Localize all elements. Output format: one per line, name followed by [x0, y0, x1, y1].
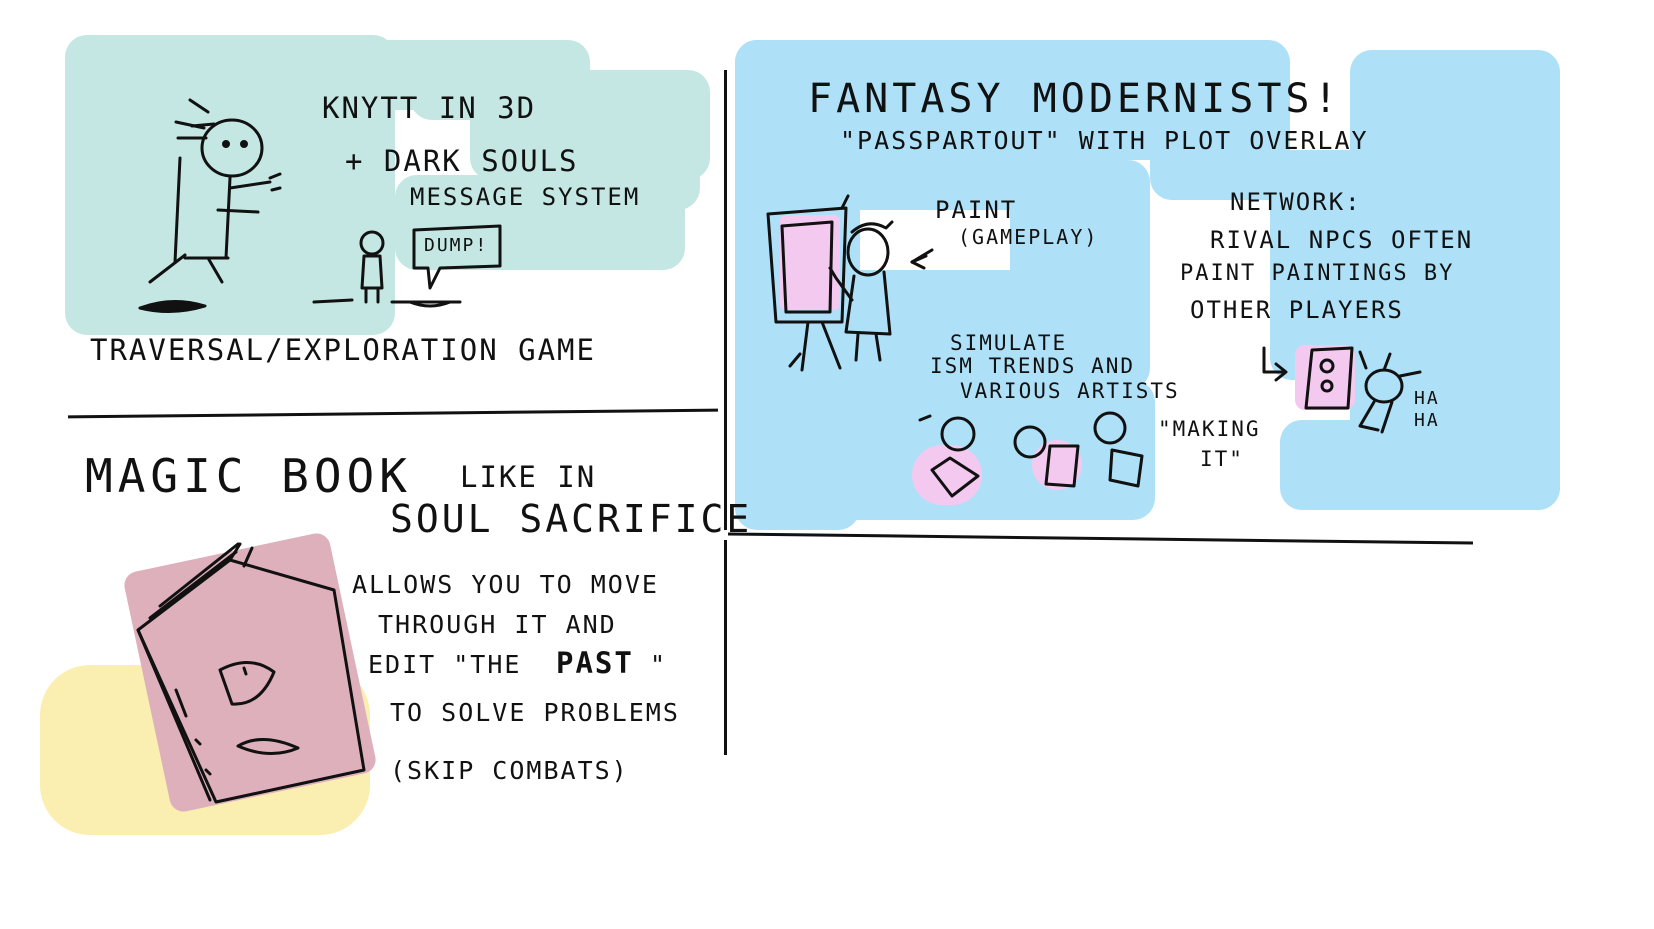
desc-line-3a: EDIT "THE [368, 650, 522, 679]
book-icon [136, 542, 366, 804]
network-line-2: RIVAL NPCS OFTEN [1210, 226, 1474, 254]
rival-painting-icon [1262, 346, 1354, 410]
message-system-line: MESSAGE SYSTEM [410, 183, 641, 211]
knytt-title: KNYTT IN 3D [322, 91, 537, 125]
network-line-1: NETWORK: [1230, 188, 1362, 216]
making-line-2: IT" [1200, 447, 1244, 471]
network-line-4: OTHER PLAYERS [1190, 296, 1404, 324]
dark-souls-line: + DARK SOULS [345, 144, 579, 178]
desc-line-3b: PAST [556, 646, 634, 680]
making-line-1: "MAKING [1158, 417, 1261, 441]
like-in-line: LIKE IN [460, 460, 597, 494]
dump-bubble-text: DUMP! [424, 235, 489, 256]
passpartout-subtitle: "PASSPARTOUT" WITH PLOT OVERLAY [840, 126, 1369, 155]
desc-line-2: THROUGH IT AND [378, 610, 617, 639]
rabbit-figure-icon [138, 98, 282, 314]
paint-label: PAINT [935, 196, 1018, 224]
simulate-line-1: SIMULATE [950, 331, 1068, 355]
gameplay-label: (GAMEPLAY) [958, 225, 1099, 249]
network-line-3: PAINT PAINTINGS BY [1180, 261, 1455, 286]
traversal-footer: TRAVERSAL/EXPLORATION GAME [90, 333, 596, 367]
simulate-line-3: VARIOUS ARTISTS [960, 379, 1180, 403]
soul-sacrifice-title: SOUL SACRIFICE [390, 497, 753, 541]
haha-line-2: HA [1414, 410, 1440, 431]
rival-rabbit-icon [1358, 350, 1422, 434]
face-icon [918, 411, 1144, 498]
desc-line-5: (SKIP COMBATS) [390, 756, 629, 785]
haha-line-1: HA [1414, 388, 1440, 409]
desc-line-3c: " [650, 650, 668, 679]
sketch-canvas: KNYTT IN 3D + DARK SOULS MESSAGE SYSTEM … [0, 0, 1654, 929]
magic-book-title: MAGIC BOOK [85, 449, 412, 503]
desc-line-4: TO SOLVE PROBLEMS [390, 698, 680, 727]
fantasy-modernists-title: FANTASY MODERNISTS! [808, 76, 1342, 122]
desc-line-1: ALLOWS YOU TO MOVE [352, 570, 659, 599]
easel-icon [766, 194, 850, 372]
simulate-line-2: ISM TRENDS AND [930, 354, 1136, 378]
